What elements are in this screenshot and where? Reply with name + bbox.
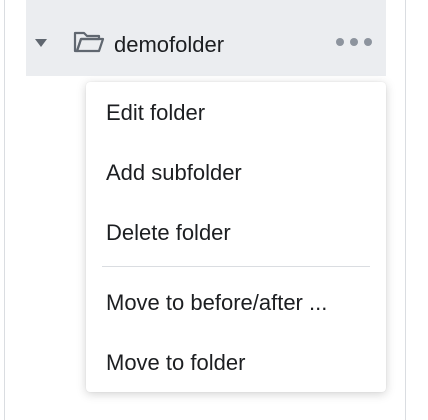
menu-item-add-subfolder[interactable]: Add subfolder	[106, 159, 242, 187]
panel-left-border	[4, 0, 5, 420]
more-horizontal-icon[interactable]	[336, 36, 372, 48]
menu-item-delete-folder[interactable]: Delete folder	[106, 219, 231, 247]
more-dot	[364, 38, 372, 46]
more-dot	[350, 38, 358, 46]
menu-item-move-to-folder[interactable]: Move to folder	[106, 349, 245, 377]
folder-panel: demofolder Edit folder Add subfolder Del…	[0, 0, 428, 420]
menu-divider	[102, 266, 370, 267]
folder-name[interactable]: demofolder	[114, 31, 224, 59]
menu-item-edit-folder[interactable]: Edit folder	[106, 99, 205, 127]
caret-down-icon[interactable]	[35, 39, 47, 47]
menu-item-move-before-after[interactable]: Move to before/after ...	[106, 289, 327, 317]
folder-open-icon	[73, 31, 105, 53]
panel-right-border	[405, 0, 406, 420]
folder-context-menu: Edit folder Add subfolder Delete folder …	[86, 82, 386, 392]
more-dot	[336, 38, 344, 46]
